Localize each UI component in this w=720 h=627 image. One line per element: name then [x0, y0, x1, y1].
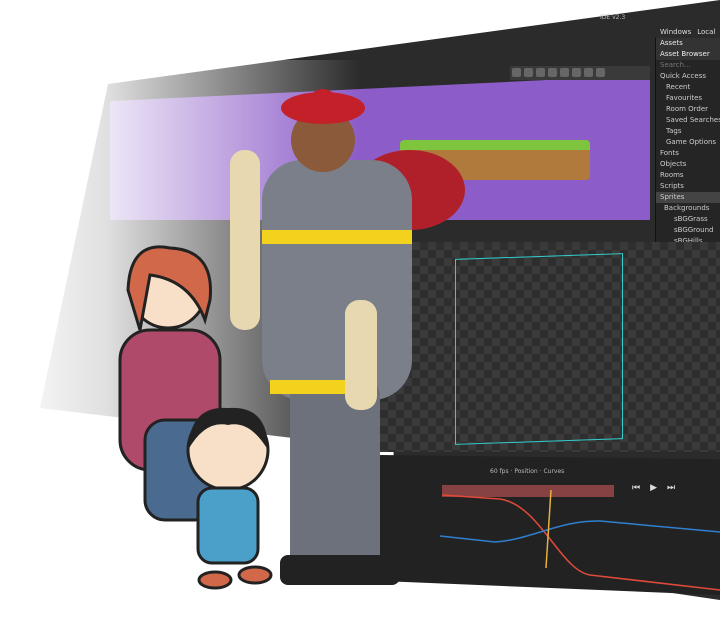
- characters-illustration: [118, 89, 465, 590]
- girl-character: [186, 407, 273, 590]
- firefighter-character: [230, 89, 465, 585]
